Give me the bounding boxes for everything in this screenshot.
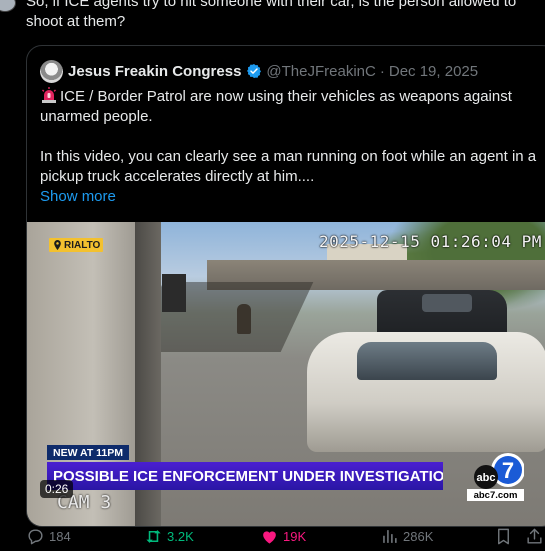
reply-count: 184 xyxy=(49,528,71,544)
quoted-post[interactable]: Jesus Freakin Congress @TheJFreakinC · D… xyxy=(26,45,545,527)
views-button[interactable]: 286K xyxy=(380,524,433,548)
location-tag: RIALTO xyxy=(49,238,104,252)
heart-icon xyxy=(263,530,276,544)
location-tag-label: RIALTO xyxy=(64,239,101,251)
quoted-author-handle[interactable]: @TheJFreakinC xyxy=(266,63,375,80)
reply-icon xyxy=(28,528,43,544)
video-duration-badge: 0:26 xyxy=(40,480,74,498)
show-more-link[interactable]: Show more xyxy=(40,187,540,207)
quoted-post-date[interactable]: Dec 19, 2025 xyxy=(389,63,478,80)
abc7-logo-brand: abc xyxy=(477,472,496,484)
repost-icon xyxy=(146,529,161,543)
repost-count: 3.2K xyxy=(167,528,194,544)
video-scene-car-window xyxy=(357,342,497,380)
separator-dot: · xyxy=(379,62,385,80)
bookmark-button[interactable] xyxy=(494,524,513,548)
views-chart-icon xyxy=(383,529,397,543)
location-pin-icon xyxy=(54,240,61,250)
post-actions-bar: 184 3.2K 19K 286K xyxy=(26,524,545,548)
repost-button[interactable]: 3.2K xyxy=(144,524,194,548)
abc7-logo-number: 7 xyxy=(502,458,514,483)
station-website: abc7.com xyxy=(467,489,524,501)
quoted-post-line-2: In this video, you can clearly see a man… xyxy=(40,148,537,185)
author-avatar[interactable] xyxy=(0,0,16,12)
like-count: 19K xyxy=(283,528,307,544)
share-button[interactable] xyxy=(525,524,544,548)
quoted-post-body: ICE / Border Patrol are now using their … xyxy=(40,86,540,207)
quoted-author-name[interactable]: Jesus Freakin Congress xyxy=(68,63,241,80)
share-icon xyxy=(527,528,542,544)
bookmark-icon xyxy=(498,528,509,544)
video-player[interactable]: RIALTO 2025-12-15 01:26:04 PM NEW AT 11P… xyxy=(27,222,545,526)
post-text: So, if ICE agents try to hit someone wit… xyxy=(26,0,517,30)
video-timestamp: 2025-12-15 01:26:04 PM xyxy=(319,232,542,251)
video-scene-fixture xyxy=(162,274,186,312)
news-headline-banner: POSSIBLE ICE ENFORCEMENT UNDER INVESTIGA… xyxy=(47,462,443,490)
like-button[interactable]: 19K xyxy=(260,524,306,548)
news-time-label: NEW AT 11PM xyxy=(47,445,130,460)
video-scene-truck-window xyxy=(422,294,472,312)
quoted-post-header: Jesus Freakin Congress @TheJFreakinC · D… xyxy=(40,59,478,83)
quoted-post-line-1: ICE / Border Patrol are now using their … xyxy=(40,88,512,125)
views-count: 286K xyxy=(403,528,434,544)
reply-button[interactable]: 184 xyxy=(26,524,71,548)
siren-emoji-icon xyxy=(40,86,58,104)
verified-badge-icon xyxy=(246,63,262,79)
quoted-author-avatar[interactable] xyxy=(40,59,63,83)
video-scene-person xyxy=(237,304,251,334)
